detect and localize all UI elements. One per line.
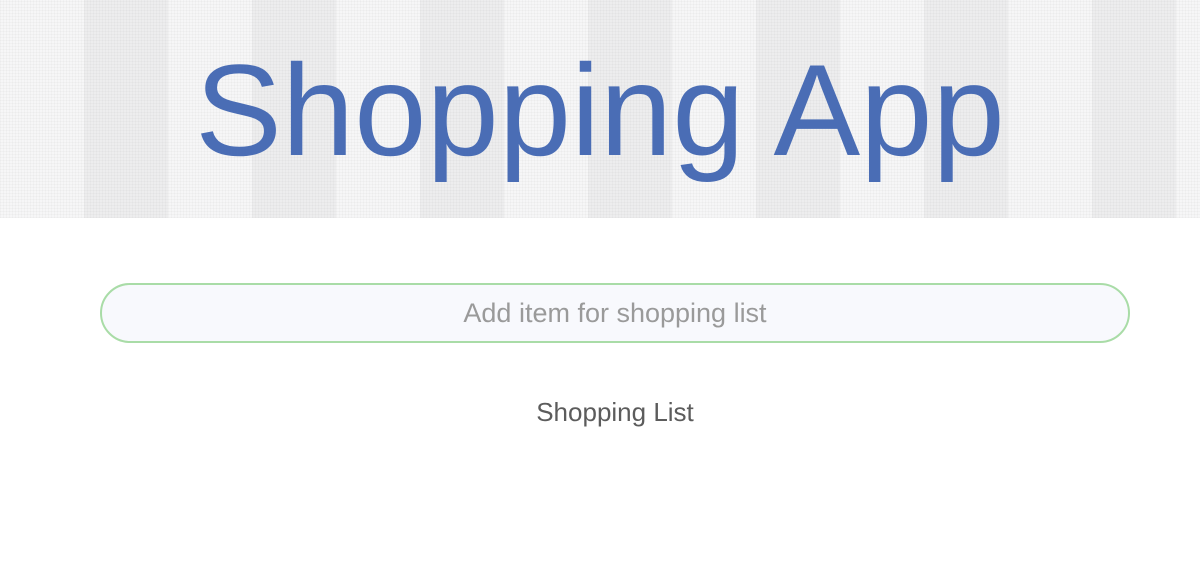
shopping-list-heading: Shopping List bbox=[536, 397, 694, 427]
header-banner: Shopping App bbox=[0, 0, 1200, 218]
add-item-input[interactable] bbox=[100, 283, 1130, 343]
app-title: Shopping App bbox=[195, 37, 1005, 183]
